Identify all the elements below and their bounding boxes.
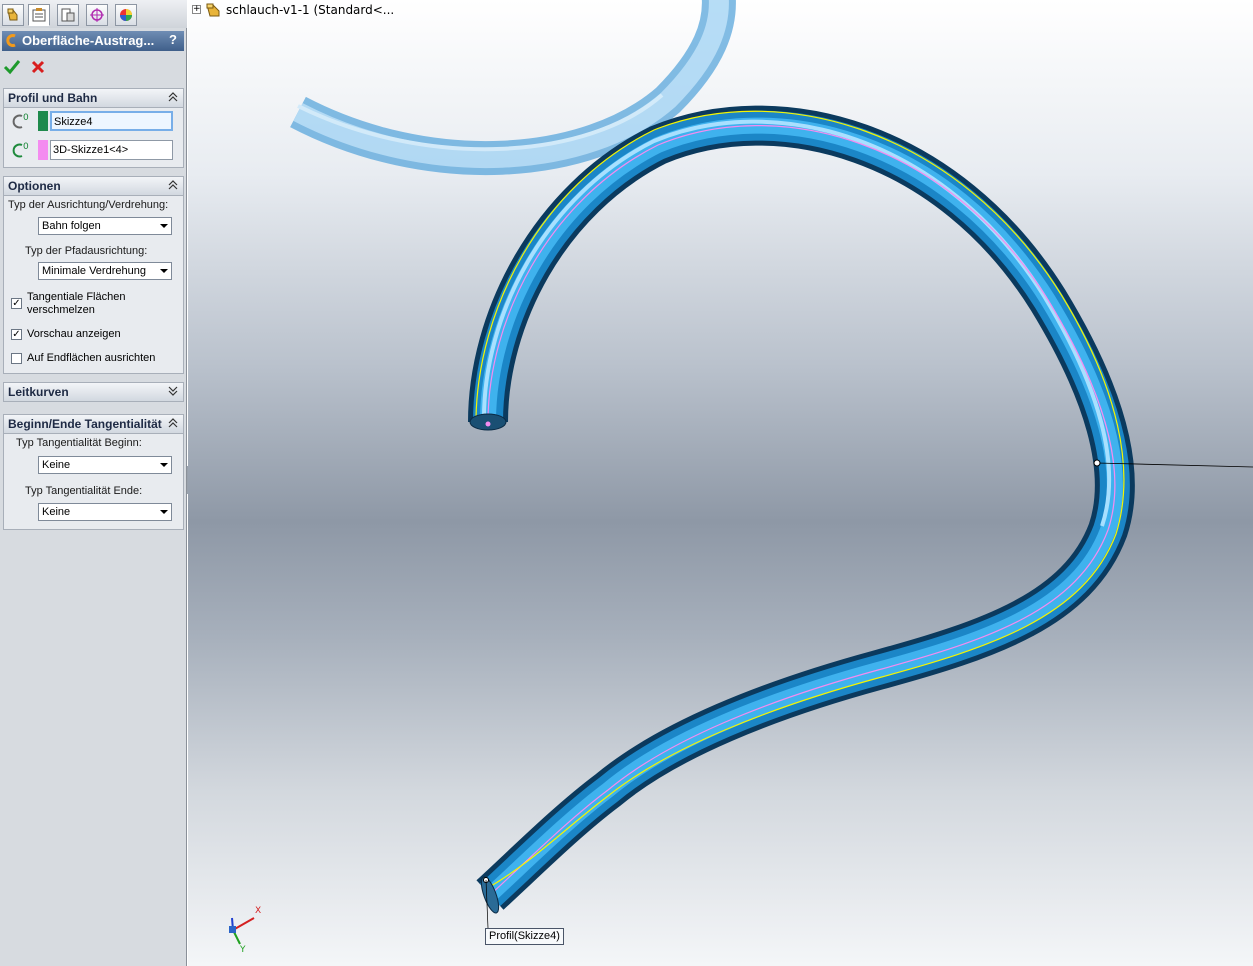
feature-title: Oberfläche-Austrag... [22, 33, 155, 48]
feature-manager-tab[interactable] [2, 4, 24, 26]
group-header-profile-path[interactable]: Profil und Bahn [4, 89, 183, 108]
svg-text:0: 0 [23, 142, 29, 152]
group-header-options[interactable]: Optionen [4, 177, 183, 196]
path-icon: 0 [12, 142, 29, 158]
property-icon [32, 8, 46, 22]
path-value: 3D-Skizze1<4> [53, 144, 129, 156]
end-tangency-value: Keine [42, 506, 71, 518]
profile-callout[interactable]: Profil(Skizze4) [485, 928, 564, 945]
group-title: Beginn/Ende Tangentialität [8, 417, 162, 431]
profile-selection-box[interactable]: Skizze4 [50, 111, 173, 131]
help-button[interactable]: ? [165, 32, 181, 48]
path-align-value: Minimale Verdrehung [42, 265, 146, 277]
triad-y-label: Y [239, 945, 246, 955]
expand-chevron-icon[interactable] [167, 385, 179, 397]
orientation-dropdown[interactable]: Bahn folgen [38, 217, 172, 235]
profile-point [485, 421, 491, 427]
end-tangency-dropdown[interactable]: Keine [38, 503, 172, 521]
part-icon [206, 3, 220, 17]
path-selection-box[interactable]: 3D-Skizze1<4> [50, 140, 173, 160]
cancel-button[interactable] [29, 58, 47, 76]
display-manager-tab[interactable] [115, 4, 137, 26]
align-end-faces-checkbox[interactable] [11, 353, 22, 364]
color-wheel-icon [120, 9, 132, 21]
group-title: Profil und Bahn [8, 91, 98, 105]
merge-tangent-label-line1: Tangentiale Flächen [27, 291, 126, 303]
crosshair-icon [90, 8, 104, 22]
model-scene[interactable]: X Y [188, 0, 1253, 966]
part-name: schlauch-v1-1 (Standard<... [226, 3, 395, 17]
dropdown-arrow-icon [160, 463, 168, 467]
profile-icon: 0 [12, 113, 29, 129]
svg-text:0: 0 [23, 113, 29, 123]
swept-tube[interactable] [468, 105, 1135, 915]
expand-tree-icon[interactable]: + [192, 5, 201, 14]
align-end-faces-label: Auf Endflächen ausrichten [27, 352, 156, 364]
ok-button[interactable] [3, 58, 21, 76]
group-header-guide-curves[interactable]: Leitkurven [4, 383, 183, 401]
start-tangency-label: Typ Tangentialität Beginn: [16, 437, 142, 449]
reference-triad: X Y [229, 906, 261, 955]
merge-tangent-checkbox[interactable]: ✓ [11, 298, 22, 309]
group-guide-curves: Leitkurven [3, 382, 184, 402]
collapse-chevron-icon[interactable] [167, 417, 179, 429]
dropdown-arrow-icon [160, 224, 168, 228]
dimxpert-manager-tab[interactable] [86, 4, 108, 26]
profile-color-swatch [38, 111, 48, 131]
end-tangency-label: Typ Tangentialität Ende: [25, 485, 143, 497]
triad-x-label: X [255, 906, 261, 916]
start-tangency-dropdown[interactable]: Keine [38, 456, 172, 474]
feature-title-bar: Oberfläche-Austrag... ? [2, 31, 184, 51]
collapse-chevron-icon[interactable] [167, 91, 179, 103]
group-title: Optionen [8, 179, 61, 193]
sweep-surface-icon [6, 34, 16, 47]
panel-tab-bar [0, 0, 187, 28]
path-align-label: Typ der Pfadausrichtung: [25, 245, 148, 257]
start-tangency-value: Keine [42, 459, 71, 471]
dropdown-arrow-icon [160, 269, 168, 273]
orientation-label: Typ der Ausrichtung/Verdrehung: [8, 199, 169, 211]
group-header-tangency[interactable]: Beginn/Ende Tangentialität [4, 415, 183, 434]
dropdown-arrow-icon [160, 510, 168, 514]
configuration-manager-tab[interactable] [57, 4, 79, 26]
group-title: Leitkurven [8, 385, 69, 399]
show-preview-label: Vorschau anzeigen [27, 328, 121, 340]
configuration-icon [61, 8, 75, 22]
show-preview-checkbox[interactable]: ✓ [11, 329, 22, 340]
path-color-swatch [38, 140, 48, 160]
property-manager-tab[interactable] [28, 4, 50, 26]
collapse-chevron-icon[interactable] [167, 179, 179, 191]
curve-point[interactable] [1093, 459, 1101, 467]
graphics-area[interactable]: X Y + schlauch-v1-1 (Standard<... Profil… [188, 0, 1253, 966]
profile-value: Skizze4 [54, 116, 93, 128]
merge-tangent-label-line2: verschmelzen [27, 304, 95, 316]
orientation-value: Bahn folgen [42, 220, 101, 232]
property-manager-panel: Oberfläche-Austrag... ? Profil und Bahn … [0, 0, 187, 966]
path-align-dropdown[interactable]: Minimale Verdrehung [38, 262, 172, 280]
feature-tree-icon [7, 8, 18, 21]
